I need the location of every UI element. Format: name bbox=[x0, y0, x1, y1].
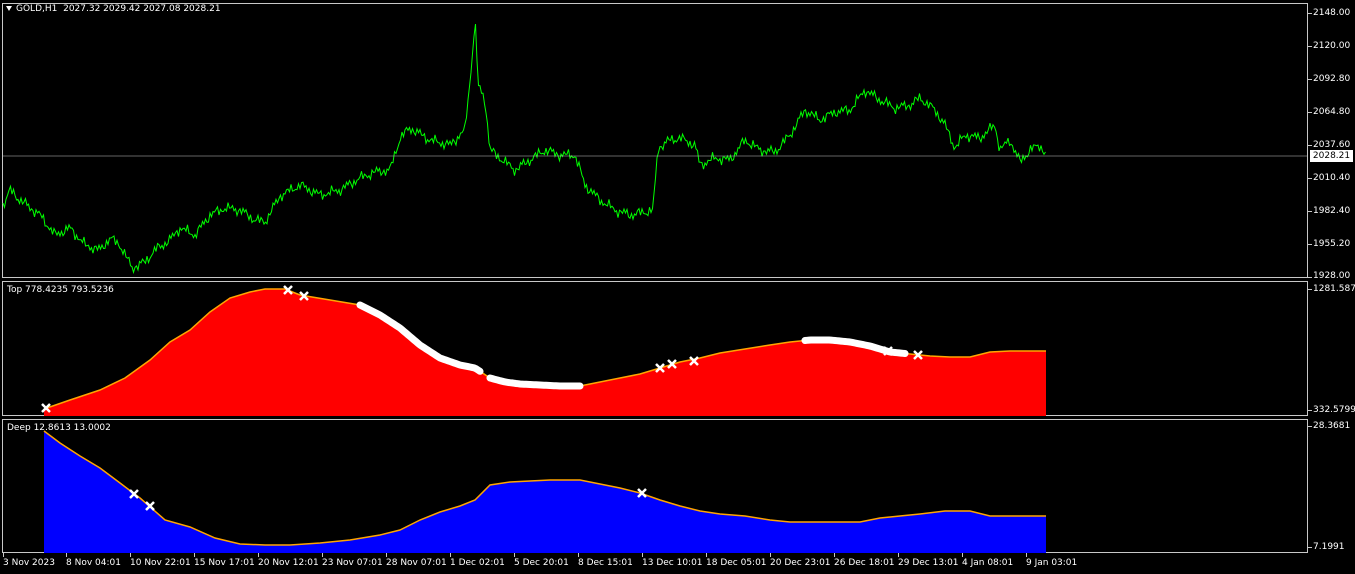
chart-window[interactable]: GOLD,H1 2027.32 2029.42 2027.08 2028.21 … bbox=[0, 0, 1355, 574]
top-highlight-segment bbox=[486, 374, 584, 390]
deep-area bbox=[44, 431, 1046, 553]
current-price-label: 2028.21 bbox=[1310, 150, 1353, 162]
price-tick: 1982.40 bbox=[1313, 206, 1351, 216]
time-tick: 18 Dec 05:01 bbox=[706, 558, 767, 568]
time-tick: 1 Dec 02:01 bbox=[450, 558, 505, 568]
deep-min-tick: 7.1991 bbox=[1313, 542, 1345, 552]
price-tick: 2010.40 bbox=[1313, 173, 1351, 183]
time-tick: 20 Nov 12:01 bbox=[258, 558, 319, 568]
price-tick: 1955.20 bbox=[1313, 239, 1351, 249]
plot-layer bbox=[2, 23, 1308, 553]
price-tick: 2064.80 bbox=[1313, 107, 1351, 117]
time-tick: 15 Nov 17:01 bbox=[194, 558, 255, 568]
time-tick: 9 Jan 03:01 bbox=[1026, 558, 1078, 568]
time-tick: 29 Dec 13:01 bbox=[898, 558, 959, 568]
top-indicator-axis[interactable]: 1281.587 332.5799 bbox=[1308, 281, 1355, 416]
time-tick: 20 Dec 23:01 bbox=[770, 558, 831, 568]
top-max-tick: 1281.587 bbox=[1313, 284, 1355, 294]
time-tick: 13 Dec 10:01 bbox=[642, 558, 703, 568]
time-tick: 10 Nov 22:01 bbox=[130, 558, 191, 568]
time-axis[interactable]: 3 Nov 2023 8 Nov 04:01 10 Nov 22:01 15 N… bbox=[0, 553, 1355, 574]
time-tick: 8 Nov 04:01 bbox=[66, 558, 121, 568]
time-tick: 23 Nov 07:01 bbox=[322, 558, 383, 568]
price-tick: 2092.80 bbox=[1313, 74, 1351, 84]
price-tick: 2148.00 bbox=[1313, 8, 1351, 18]
deep-indicator-axis[interactable]: 28.3681 7.1991 bbox=[1308, 419, 1355, 553]
price-tick: 1928.00 bbox=[1313, 271, 1351, 281]
price-line bbox=[2, 23, 1046, 275]
deep-max-tick: 28.3681 bbox=[1313, 421, 1351, 431]
price-axis[interactable]: 2148.00 2120.00 2092.80 2064.80 2037.60 … bbox=[1308, 0, 1355, 281]
price-tick: 2037.60 bbox=[1313, 140, 1351, 150]
top-min-tick: 332.5799 bbox=[1313, 405, 1355, 415]
time-tick: 28 Nov 07:01 bbox=[386, 558, 447, 568]
time-tick: 3 Nov 2023 bbox=[3, 558, 55, 568]
price-tick: 2120.00 bbox=[1313, 41, 1351, 51]
time-tick: 8 Dec 15:01 bbox=[578, 558, 633, 568]
time-tick: 5 Dec 20:01 bbox=[514, 558, 569, 568]
time-tick: 26 Dec 18:01 bbox=[834, 558, 895, 568]
time-tick: 4 Jan 08:01 bbox=[962, 558, 1014, 568]
